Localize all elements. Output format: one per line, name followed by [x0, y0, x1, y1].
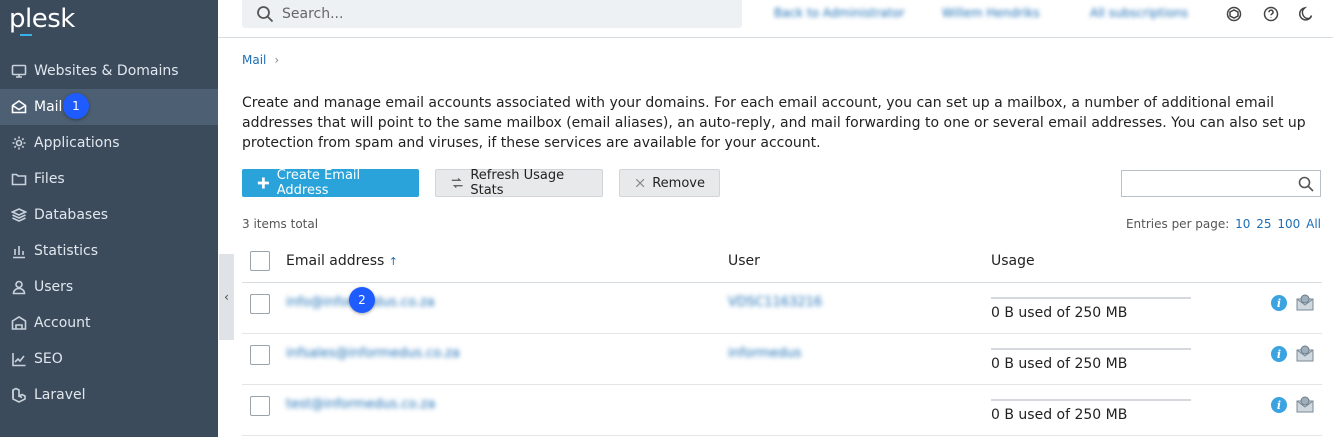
usage-text: 0 B used of 250 MB: [991, 407, 1128, 423]
folder-icon: [10, 170, 28, 188]
info-icon[interactable]: i: [1271, 397, 1287, 413]
webmail-icon[interactable]: [1296, 396, 1314, 414]
sidebar-item-files[interactable]: Files: [0, 161, 218, 197]
top-bar: Search... Back to Administrator Willem H…: [218, 0, 1333, 38]
sidebar-item-label: Websites & Domains: [34, 63, 179, 79]
column-user[interactable]: User: [728, 253, 760, 269]
sidebar-item-websites-domains[interactable]: Websites & Domains: [0, 53, 218, 89]
webmail-icon[interactable]: [1296, 345, 1314, 363]
sidebar-item-label: Databases: [34, 207, 109, 223]
list-search-input[interactable]: [1121, 170, 1321, 197]
create-email-address-label: Create Email Address: [276, 168, 361, 198]
seo-icon: [10, 350, 28, 368]
plesk-logo[interactable]: plesk: [9, 4, 75, 34]
entries-option-25[interactable]: 25: [1256, 217, 1271, 231]
search-icon: [257, 6, 274, 23]
user-link[interactable]: VDSC1163216: [728, 295, 822, 310]
table-row: info@informedus.co.za VDSC1163216 0 B us…: [242, 283, 1322, 334]
refresh-usage-stats-button[interactable]: Refresh Usage Stats: [435, 168, 603, 198]
entries-per-page: Entries per page: 10 25 100 All: [1126, 217, 1321, 231]
subscriptions-link[interactable]: All subscriptions: [1090, 6, 1188, 20]
sidebar-item-mail[interactable]: Mail: [0, 89, 218, 125]
bar-chart-icon: [10, 242, 28, 260]
remove-x-icon: [635, 178, 645, 188]
monitor-icon: [10, 62, 28, 80]
info-icon[interactable]: i: [1271, 346, 1287, 362]
sidebar-item-seo[interactable]: SEO: [0, 341, 218, 377]
usage-text: 0 B used of 250 MB: [991, 305, 1128, 321]
sidebar-item-databases[interactable]: Databases: [0, 197, 218, 233]
webmail-icon[interactable]: [1296, 294, 1314, 312]
column-email-address[interactable]: Email address ↑: [286, 253, 398, 269]
sidebar: plesk Websites & Domains Mail Applicatio…: [0, 0, 218, 437]
row-checkbox[interactable]: [250, 345, 270, 365]
entries-option-10[interactable]: 10: [1235, 217, 1250, 231]
user-menu-link[interactable]: Willem Hendriks: [942, 6, 1040, 20]
search-icon: [1298, 176, 1314, 192]
select-all-checkbox[interactable]: [250, 251, 270, 271]
sidebar-item-label: Account: [34, 315, 91, 331]
refresh-icon: [451, 178, 463, 188]
search-placeholder: Search...: [282, 6, 344, 22]
account-icon: [10, 314, 28, 332]
back-to-administrator-link[interactable]: Back to Administrator: [774, 6, 905, 20]
plesk-feedback-icon[interactable]: [1224, 4, 1244, 24]
usage-bar: [991, 297, 1191, 299]
sidebar-item-label: SEO: [34, 351, 63, 367]
table-row: test@informedus.co.za 0 B used of 250 MB…: [242, 385, 1322, 436]
remove-button[interactable]: Remove: [619, 169, 720, 197]
sidebar-item-label: Users: [34, 279, 74, 295]
gear-icon: [10, 134, 28, 152]
dark-mode-moon-icon[interactable]: [1296, 4, 1316, 24]
laravel-icon: [10, 386, 28, 404]
sidebar-item-label: Files: [34, 171, 65, 187]
sort-ascending-icon: ↑: [388, 255, 398, 268]
email-address-link[interactable]: infsales@informedus.co.za: [286, 346, 460, 361]
table-row: infsales@informedus.co.za informedus 0 B…: [242, 334, 1322, 385]
entries-per-page-label: Entries per page:: [1125, 217, 1230, 231]
annotation-badge-2: 2: [349, 287, 375, 313]
annotation-badge-1: 1: [63, 93, 89, 119]
chevron-left-icon: ‹: [224, 290, 229, 304]
refresh-usage-stats-label: Refresh Usage Stats: [470, 168, 565, 198]
help-icon[interactable]: [1261, 4, 1281, 24]
row-checkbox[interactable]: [250, 396, 270, 416]
column-email-label: Email address: [286, 253, 385, 269]
sidebar-item-label: Applications: [34, 135, 120, 151]
user-icon: [10, 278, 28, 296]
entries-option-100[interactable]: 100: [1277, 217, 1300, 231]
breadcrumb-separator: ›: [274, 53, 280, 67]
sidebar-item-label: Laravel: [34, 387, 86, 403]
email-address-link[interactable]: test@informedus.co.za: [286, 397, 435, 412]
usage-text: 0 B used of 250 MB: [991, 356, 1128, 372]
sidebar-collapse-handle[interactable]: ‹: [219, 254, 234, 340]
sidebar-nav: Websites & Domains Mail Applications Fil…: [0, 53, 218, 413]
logo-underline: [20, 34, 32, 36]
mail-open-icon: [10, 98, 28, 116]
global-search-input[interactable]: Search...: [242, 0, 742, 28]
create-email-address-button[interactable]: Create Email Address: [242, 168, 419, 198]
database-icon: [10, 206, 28, 224]
breadcrumb: Mail ›: [242, 53, 279, 67]
page-description: Create and manage email accounts associa…: [242, 95, 1306, 151]
user-link[interactable]: informedus: [728, 346, 801, 361]
sidebar-item-statistics[interactable]: Statistics: [0, 233, 218, 269]
usage-bar: [991, 399, 1191, 401]
sidebar-item-account[interactable]: Account: [0, 305, 218, 341]
items-total: 3 items total: [242, 217, 319, 231]
sidebar-item-laravel[interactable]: Laravel: [0, 377, 218, 413]
breadcrumb-mail-link[interactable]: Mail: [242, 53, 266, 67]
usage-bar: [991, 348, 1191, 350]
row-checkbox[interactable]: [250, 294, 270, 314]
plus-icon: [257, 177, 269, 189]
sidebar-item-label: Mail: [34, 99, 63, 115]
entries-option-all[interactable]: All: [1306, 217, 1321, 231]
sidebar-item-applications[interactable]: Applications: [0, 125, 218, 161]
sidebar-item-users[interactable]: Users: [0, 269, 218, 305]
info-icon[interactable]: i: [1271, 295, 1287, 311]
column-usage[interactable]: Usage: [991, 253, 1035, 269]
remove-label: Remove: [652, 175, 705, 191]
table-header: Email address ↑ User Usage: [242, 240, 1322, 283]
sidebar-item-label: Statistics: [34, 243, 98, 259]
